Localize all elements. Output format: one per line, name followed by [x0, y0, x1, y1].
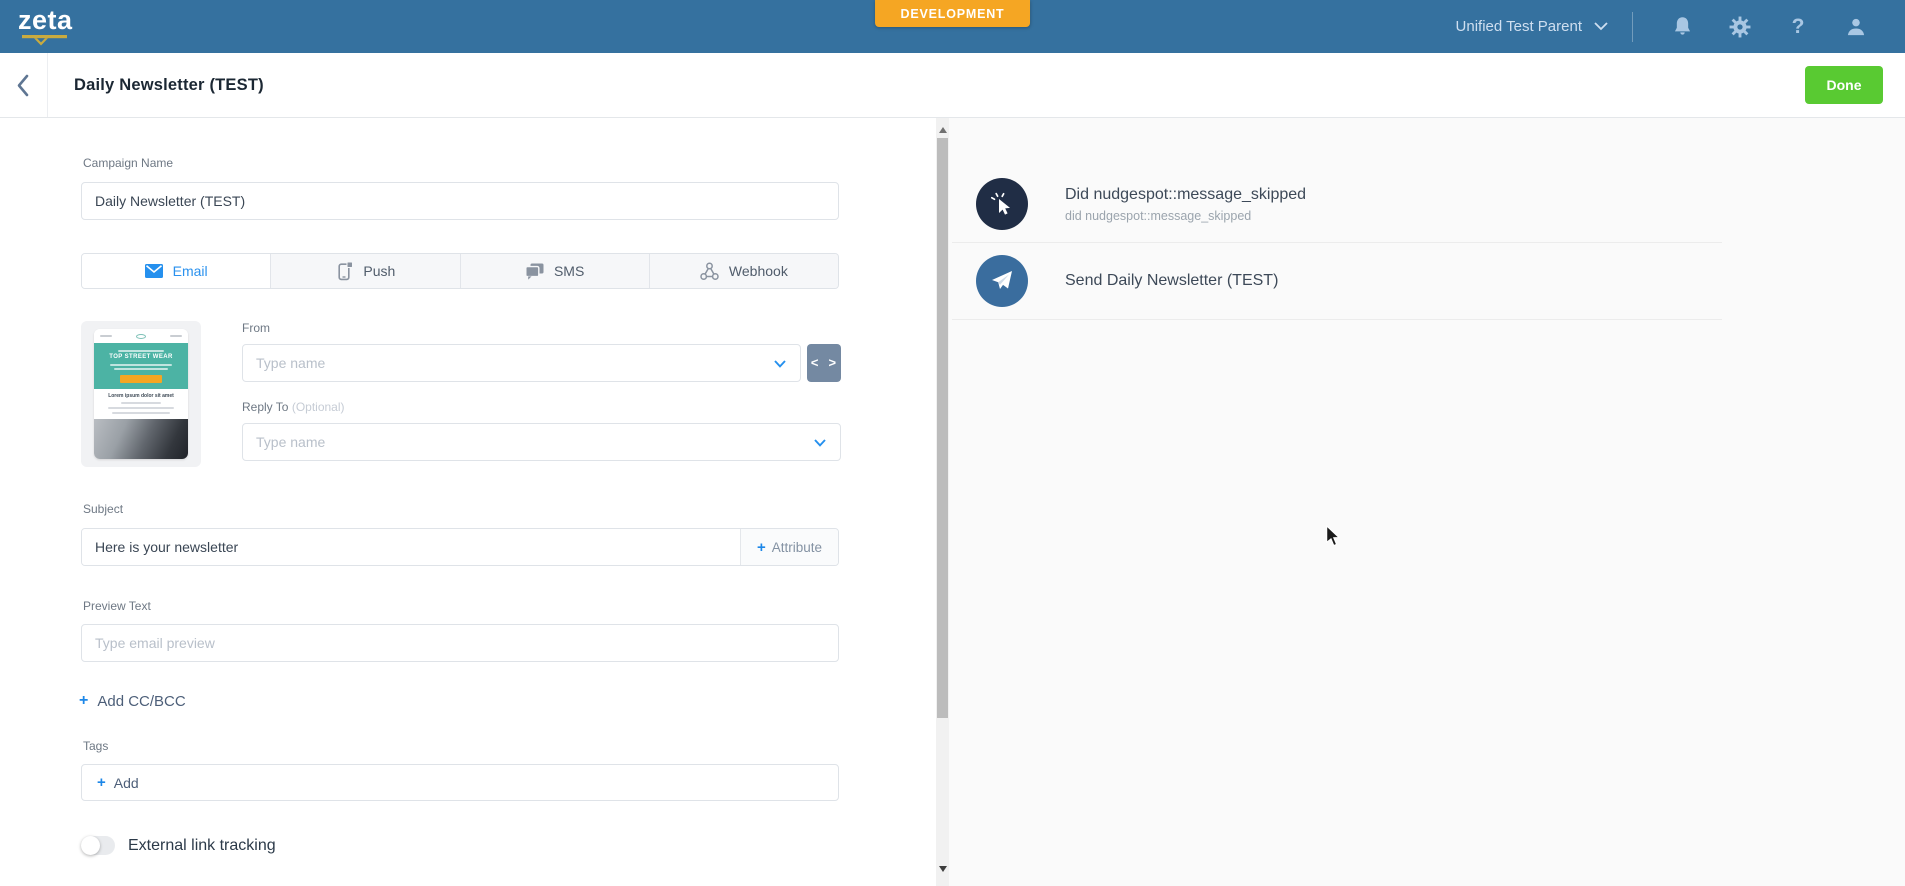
tab-email[interactable]: Email — [82, 254, 271, 288]
reply-to-label: Reply To (Optional) — [242, 400, 841, 414]
external-link-tracking-label: External link tracking — [128, 837, 276, 855]
email-icon — [145, 264, 163, 278]
tab-push[interactable]: Push — [271, 254, 460, 288]
settings-button[interactable] — [1711, 16, 1769, 38]
workflow-step-list: Did nudgespot::message_skipped did nudge… — [952, 166, 1722, 320]
campaign-form-panel: Campaign Name Email Push — [0, 118, 936, 886]
done-button[interactable]: Done — [1805, 66, 1883, 104]
email-mock-brand: TOP STREET WEAR — [109, 354, 172, 360]
user-icon — [1845, 16, 1867, 37]
email-mock-cta-button — [120, 375, 162, 383]
tags-label: Tags — [83, 739, 108, 753]
cursor-click-icon — [976, 178, 1028, 230]
preview-text-input[interactable] — [81, 624, 839, 662]
external-link-tracking-toggle[interactable] — [81, 836, 115, 855]
push-icon — [335, 262, 353, 281]
top-navigation-bar: zeta DEVELOPMENT Unified Test Parent — [0, 0, 1905, 53]
reply-to-optional-hint: (Optional) — [292, 400, 345, 414]
email-mock-header — [94, 329, 188, 343]
workflow-step-trigger[interactable]: Did nudgespot::message_skipped did nudge… — [952, 166, 1722, 243]
preview-text-label: Preview Text — [83, 599, 151, 613]
chevron-down-icon — [1594, 22, 1608, 31]
tab-push-label: Push — [363, 263, 395, 279]
topbar-actions: Unified Test Parent — [1456, 12, 1885, 42]
plus-icon: + — [757, 539, 766, 556]
profile-button[interactable] — [1827, 16, 1885, 37]
toggle-knob — [81, 836, 100, 855]
email-mock-headline: Lorem ipsum dolor sit amet — [108, 393, 174, 399]
sender-fields: From Type name < > Reply To (Optional) T… — [242, 321, 841, 461]
chevron-left-icon — [16, 74, 31, 97]
zeta-logo-underline — [21, 34, 69, 47]
tab-webhook-label: Webhook — [729, 263, 788, 279]
help-icon: ? — [1792, 15, 1805, 39]
workflow-step-subtitle: did nudgespot::message_skipped — [1065, 209, 1306, 223]
scrollbar-thumb[interactable] — [937, 138, 948, 718]
help-button[interactable]: ? — [1769, 15, 1827, 39]
gear-icon — [1729, 16, 1751, 38]
account-menu[interactable]: Unified Test Parent — [1456, 18, 1608, 35]
bell-icon — [1672, 16, 1693, 37]
tab-sms[interactable]: SMS — [461, 254, 650, 288]
notifications-button[interactable] — [1653, 16, 1711, 37]
from-placeholder: Type name — [256, 355, 325, 371]
page-header: Daily Newsletter (TEST) Done — [0, 53, 1905, 118]
scrollbar-up-arrow[interactable] — [939, 127, 947, 133]
zeta-logo[interactable]: zeta — [18, 7, 73, 47]
tab-sms-label: SMS — [554, 263, 584, 279]
add-cc-bcc-link[interactable]: + Add CC/BCC — [79, 692, 186, 710]
environment-badge: DEVELOPMENT — [875, 0, 1031, 27]
code-editor-button[interactable]: < > — [807, 344, 841, 382]
email-mock-hero: TOP STREET WEAR — [94, 343, 188, 389]
workflow-step-send[interactable]: Send Daily Newsletter (TEST) — [952, 243, 1722, 320]
topbar-divider — [1632, 12, 1633, 42]
zeta-logo-text: zeta — [18, 7, 73, 34]
chevron-down-icon — [814, 439, 826, 447]
page-title: Daily Newsletter (TEST) — [74, 76, 264, 95]
sms-icon — [525, 263, 544, 280]
plus-icon: + — [97, 774, 106, 791]
from-label: From — [242, 321, 841, 335]
webhook-icon — [700, 262, 719, 281]
add-attribute-button[interactable]: + Attribute — [740, 529, 838, 565]
external-link-tracking-row: External link tracking — [81, 836, 276, 855]
subject-field-group: + Attribute — [81, 528, 839, 566]
email-mock-photo — [94, 419, 188, 459]
reply-to-placeholder: Type name — [256, 434, 325, 450]
workflow-panel: Did nudgespot::message_skipped did nudge… — [949, 118, 1905, 886]
campaign-name-label: Campaign Name — [83, 156, 173, 170]
paper-plane-icon — [976, 255, 1028, 307]
main-content: Campaign Name Email Push — [0, 118, 1905, 886]
workflow-step-title: Send Daily Newsletter (TEST) — [1065, 272, 1278, 290]
channel-tabs: Email Push SMS — [81, 253, 839, 289]
campaign-name-input[interactable] — [81, 182, 839, 220]
tags-field[interactable]: + Add — [81, 764, 839, 801]
plus-icon: + — [79, 692, 88, 710]
account-name: Unified Test Parent — [1456, 18, 1582, 35]
email-mock-body: Lorem ipsum dolor sit amet — [94, 389, 188, 419]
chevron-down-icon — [774, 360, 786, 368]
subject-input[interactable] — [82, 529, 740, 565]
email-template-mock: TOP STREET WEAR Lorem ipsum dolor sit am… — [94, 329, 188, 459]
from-select[interactable]: Type name — [242, 344, 801, 382]
scrollbar-down-arrow[interactable] — [939, 866, 947, 872]
workflow-step-title: Did nudgespot::message_skipped — [1065, 186, 1306, 204]
reply-to-select[interactable]: Type name — [242, 423, 841, 461]
tab-email-label: Email — [173, 263, 208, 279]
vertical-scrollbar[interactable] — [936, 118, 949, 886]
email-template-thumbnail[interactable]: TOP STREET WEAR Lorem ipsum dolor sit am… — [81, 321, 201, 467]
subject-label: Subject — [83, 502, 123, 516]
tab-webhook[interactable]: Webhook — [650, 254, 838, 288]
back-button[interactable] — [0, 53, 48, 117]
tags-add-label: Add — [114, 775, 139, 791]
